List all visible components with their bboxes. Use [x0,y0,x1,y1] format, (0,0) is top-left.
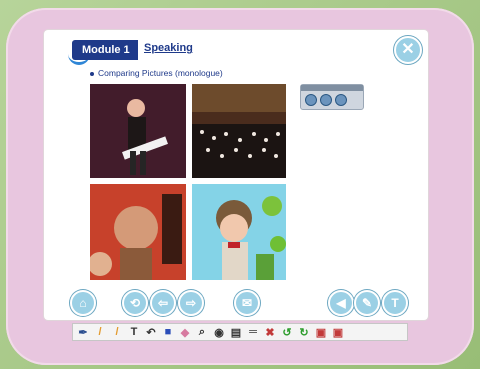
zoom-icon[interactable]: ⌕ [196,326,208,338]
text-tool[interactable]: T [128,326,140,338]
pen-icon[interactable]: ✒ [77,326,89,339]
photo-warrior [90,184,186,280]
drawing-toolbar: ✒ / / T ↶ ■ ◆ ⌕ ◉ ▤ ═ ✖ ↺ ↻ ▣ ▣ [72,323,408,341]
redo-icon[interactable]: ↻ [298,326,310,339]
document-icon[interactable]: ▤ [230,326,242,339]
section-label: Speaking [144,42,193,54]
delete-icon[interactable]: ✖ [264,326,276,339]
eraser-icon[interactable]: ◆ [179,326,191,339]
text-button[interactable]: T [382,290,408,316]
photo-clown [192,184,286,280]
refresh-button[interactable]: ⟲ [122,290,148,316]
home-button[interactable]: ⌂ [70,290,96,316]
subtitle: Comparing Pictures (monologue) [90,68,223,78]
view-icon[interactable]: ◉ [213,326,225,339]
forward-button[interactable]: ⇨ [178,290,204,316]
subtitle-text: Comparing Pictures (monologue) [98,68,223,78]
edit-button[interactable]: ✎ [354,290,380,316]
marker-icon[interactable]: / [111,326,123,338]
color-fill-icon[interactable]: ■ [162,326,174,338]
undo-icon[interactable]: ↺ [281,326,293,339]
photo-orchestra [192,84,286,178]
module-label: Module 1 [72,40,138,60]
bullet-icon [90,71,94,76]
module-header: Module 1 Speaking [68,40,193,65]
stop-icon[interactable] [335,94,347,106]
photo-guitarist [90,84,186,178]
pencil-icon[interactable]: / [94,326,106,338]
close-button[interactable]: ✕ [394,36,422,64]
audio-player[interactable] [300,84,364,110]
print-icon[interactable]: ▣ [332,326,344,339]
line-icon[interactable]: ═ [247,326,259,338]
curve-icon[interactable]: ↶ [145,326,157,339]
pause-icon[interactable] [320,94,332,106]
save-icon[interactable]: ▣ [315,326,327,339]
play-icon[interactable] [305,94,317,106]
prev-button[interactable]: ◀ [328,290,354,316]
mail-button[interactable]: ✉ [234,290,260,316]
back-button[interactable]: ⇦ [150,290,176,316]
